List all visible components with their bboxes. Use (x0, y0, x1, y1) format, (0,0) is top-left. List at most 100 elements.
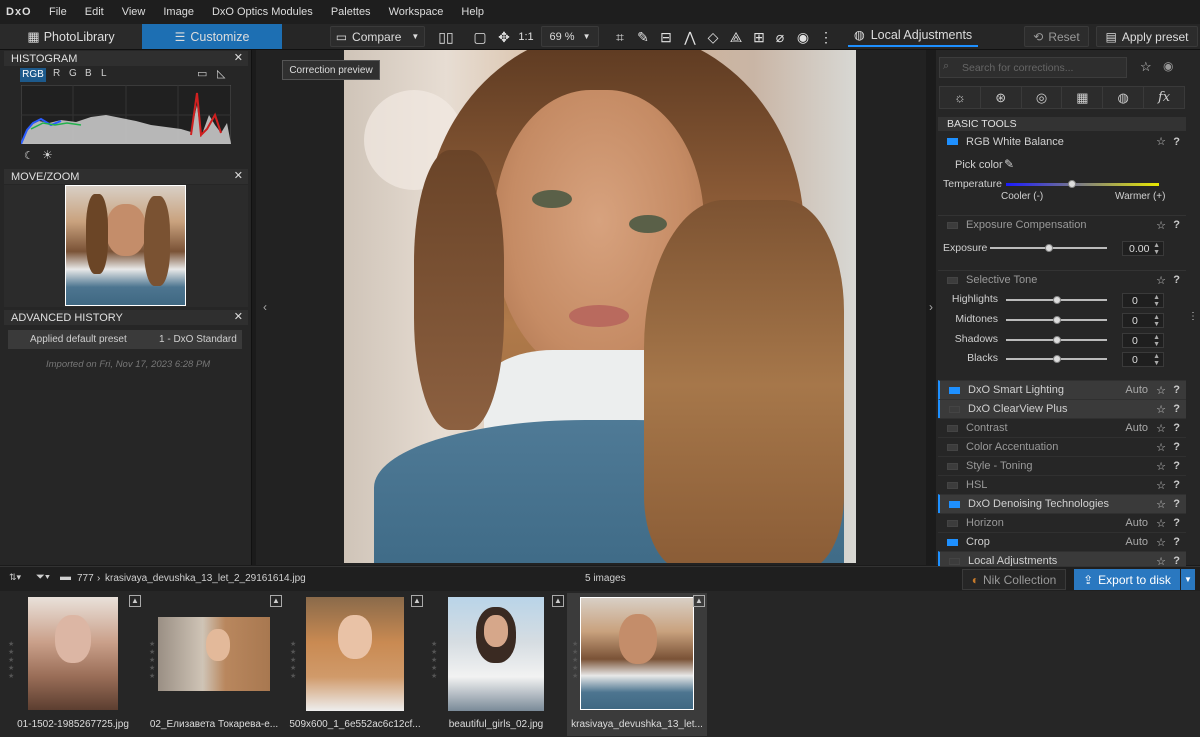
fx-tab-icon[interactable]: fx (1144, 87, 1184, 108)
module-row[interactable]: DxO Denoising Technologies ☆? (938, 494, 1186, 513)
compare-button[interactable]: ▭ Compare ▼ (330, 26, 425, 47)
module-row[interactable]: Color Accentuation ☆? (938, 437, 1186, 456)
white-balance-toggle[interactable] (947, 138, 958, 145)
export-dropdown-icon[interactable]: ▼ (1181, 569, 1195, 590)
module-row[interactable]: Style - Toning ☆? (938, 456, 1186, 475)
exposure-compensation-row[interactable]: Exposure Compensation ☆ ? (938, 215, 1186, 234)
help-icon[interactable]: ? (1173, 422, 1180, 434)
channel-b[interactable]: B (85, 68, 92, 79)
module-toggle[interactable] (947, 520, 958, 527)
shadows-slider-knob[interactable] (1053, 336, 1061, 344)
channel-rgb[interactable]: RGB (20, 68, 46, 82)
export-to-disk-button[interactable]: ⇪ Export to disk (1074, 569, 1180, 590)
selective-tone-toggle[interactable] (947, 277, 958, 284)
tab-customize[interactable]: ☰ Customize (142, 24, 282, 49)
search-input[interactable]: Search for corrections... (939, 57, 1127, 78)
blacks-value[interactable]: 0 ▲ ▼ (1122, 352, 1164, 367)
sort-icon[interactable]: ⇅▾ (9, 572, 21, 583)
guides-icon[interactable]: ⋮ (816, 27, 836, 47)
thumbnail[interactable]: ★ ★ ★ ★ ★ ▲ 02_Елизавета Токарева-е... (144, 593, 284, 736)
crop-icon[interactable]: ⌗ (610, 27, 630, 47)
help-icon[interactable]: ? (1173, 536, 1180, 548)
exposure-toggle[interactable] (947, 222, 958, 229)
nik-collection-button[interactable]: ◐ Nik Collection (962, 569, 1066, 590)
module-row[interactable]: Contrast Auto ☆? (938, 418, 1186, 437)
zoom-1to1-button[interactable]: 1:1 (516, 27, 536, 47)
softproof-icon[interactable]: ◺ (217, 67, 225, 80)
rating-stars[interactable]: ★ ★ ★ ★ ★ (431, 641, 437, 681)
module-toggle[interactable] (949, 387, 960, 394)
eyedropper-icon[interactable]: ✎ (633, 27, 653, 47)
module-toggle[interactable] (947, 482, 958, 489)
exposure-slider-knob[interactable] (1045, 244, 1053, 252)
thumbnail[interactable]: ★ ★ ★ ★ ★ ▲ 01-1502-1985267725.jpg (3, 593, 143, 736)
menu-palettes[interactable]: Palettes (322, 6, 380, 18)
module-toggle[interactable] (949, 501, 960, 508)
menu-view[interactable]: View (113, 6, 155, 18)
blacks-slider-knob[interactable] (1053, 355, 1061, 363)
menu-image[interactable]: Image (154, 6, 203, 18)
horizon-icon[interactable]: ⊟ (656, 27, 676, 47)
help-icon[interactable]: ? (1173, 441, 1180, 453)
channel-r[interactable]: R (53, 68, 60, 79)
spinner-icon[interactable]: ▲ ▼ (1153, 242, 1160, 256)
star-icon[interactable]: ☆ (1156, 479, 1166, 492)
sun-icon[interactable]: ☀ (42, 148, 53, 162)
thumbnail[interactable]: ★ ★ ★ ★ ★ ▲ beautiful_girls_02.jpg (426, 593, 566, 736)
help-icon[interactable]: ? (1173, 460, 1180, 472)
rating-stars[interactable]: ★ ★ ★ ★ ★ (290, 641, 296, 681)
move-icon[interactable]: ✥ (494, 27, 514, 47)
moon-icon[interactable]: ☾ (24, 149, 34, 162)
volume-deformation-icon[interactable]: ⟁ (726, 27, 746, 47)
light-tab-icon[interactable]: ☼ (940, 87, 981, 108)
menu-edit[interactable]: Edit (76, 6, 113, 18)
spinner-icon[interactable]: ▲ ▼ (1153, 314, 1160, 328)
menu-workspace[interactable]: Workspace (380, 6, 453, 18)
module-toggle[interactable] (947, 539, 958, 546)
zoom-select[interactable]: 69 % ▼ (541, 26, 599, 47)
help-icon[interactable]: ? (1173, 403, 1180, 415)
spinner-icon[interactable]: ▲ ▼ (1153, 353, 1160, 367)
star-icon[interactable]: ☆ (1156, 219, 1166, 232)
spinner-icon[interactable]: ▲ ▼ (1153, 334, 1160, 348)
color-tab-icon[interactable]: ⊛ (981, 87, 1022, 108)
menu-file[interactable]: File (40, 6, 76, 18)
module-toggle[interactable] (949, 558, 960, 565)
help-icon[interactable]: ? (1173, 136, 1180, 148)
rating-stars[interactable]: ★ ★ ★ ★ ★ (149, 641, 155, 681)
module-toggle[interactable] (947, 444, 958, 451)
right-collapse-icon[interactable]: ⋮ (1188, 311, 1198, 322)
split-view-icon[interactable]: ▯▯ (436, 27, 456, 47)
star-icon[interactable]: ☆ (1156, 135, 1166, 148)
module-auto[interactable]: Auto (1125, 422, 1148, 434)
apply-preset-button[interactable]: ▤ Apply preset (1096, 26, 1198, 47)
star-icon[interactable]: ☆ (1156, 403, 1166, 416)
menu-optics-modules[interactable]: DxO Optics Modules (203, 6, 322, 18)
module-row[interactable]: DxO Smart Lighting Auto ☆? (938, 380, 1186, 399)
help-icon[interactable]: ? (1173, 517, 1180, 529)
module-row[interactable]: DxO ClearView Plus ☆? (938, 399, 1186, 418)
history-entry[interactable]: Applied default preset 1 - DxO Standard (8, 330, 242, 349)
navigator-thumbnail[interactable] (65, 185, 186, 306)
module-auto[interactable]: Auto (1125, 384, 1148, 396)
monitor-icon[interactable]: ▭ (197, 67, 207, 80)
highlights-value[interactable]: 0 ▲ ▼ (1122, 293, 1164, 308)
geometry-tab-icon[interactable]: ▦ (1062, 87, 1104, 108)
spinner-icon[interactable]: ▲ ▼ (1153, 294, 1160, 308)
detail-tab-icon[interactable]: ◎ (1022, 87, 1063, 108)
chevron-right-icon[interactable]: › (929, 300, 933, 314)
perspective-rect-icon[interactable]: ◇ (703, 27, 723, 47)
temperature-slider[interactable] (1006, 183, 1159, 186)
exposure-value[interactable]: 0.00 ▲ ▼ (1122, 241, 1164, 256)
module-row[interactable]: Horizon Auto ☆? (938, 513, 1186, 532)
filter-icon[interactable]: ⏷▾ (36, 571, 50, 584)
midtones-slider-knob[interactable] (1053, 316, 1061, 324)
thumbnail[interactable]: ★ ★ ★ ★ ★ ▲ 509x600_1_6e552ac6c12cf... (285, 593, 425, 736)
star-icon[interactable]: ☆ (1156, 460, 1166, 473)
module-row[interactable]: Crop Auto ☆? (938, 532, 1186, 551)
shadows-value[interactable]: 0 ▲ ▼ (1122, 333, 1164, 348)
perspective-icon[interactable]: ⋀ (680, 27, 700, 47)
fit-screen-icon[interactable]: ▢ (470, 27, 490, 47)
channel-l[interactable]: L (101, 68, 107, 79)
selective-tone-row[interactable]: Selective Tone ☆ ? (938, 270, 1186, 289)
